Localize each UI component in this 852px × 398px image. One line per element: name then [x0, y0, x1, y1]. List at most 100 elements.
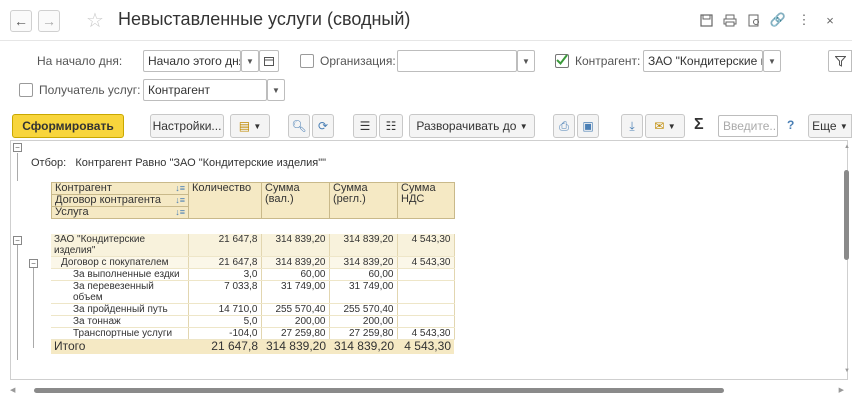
header-vat: Сумма НДС — [397, 182, 455, 219]
send-email-button[interactable]: ✉ ▼ — [645, 114, 685, 138]
collapse-filter-icon[interactable]: − — [13, 143, 22, 152]
envelope-icon: ✉ — [654, 119, 665, 133]
sum-field[interactable]: Введите... — [718, 115, 778, 137]
save-icon[interactable] — [698, 12, 714, 28]
back-button[interactable]: ← — [10, 10, 32, 32]
row-reg: 314 839,20 — [329, 256, 398, 269]
row-qty: 3,0 — [188, 268, 262, 281]
title-separator — [0, 40, 852, 41]
start-day-field[interactable]: Начало этого дня — [143, 50, 241, 72]
collapse-groups-button[interactable]: ☰ — [353, 114, 377, 138]
more-label: Еще — [812, 119, 837, 133]
print-icon[interactable] — [722, 12, 738, 28]
row-val: 255 570,40 — [261, 303, 330, 316]
help-link[interactable]: ? — [787, 118, 794, 132]
table-row[interactable]: За перевезенный объем 7 033,8 31 749,00 3… — [51, 280, 455, 304]
preview-icon[interactable] — [746, 12, 762, 28]
link-icon[interactable]: 🔗 — [770, 12, 786, 28]
scroll-up-icon[interactable]: ▲ — [844, 144, 850, 150]
counterparty-dropdown[interactable]: ▼ — [763, 50, 781, 72]
vertical-scrollbar[interactable]: ▲ ▼ — [843, 144, 850, 374]
header-sum-val: Сумма (вал.) — [261, 182, 330, 219]
chevron-down-icon: ▼ — [246, 56, 254, 66]
print-icon: ⎙ — [559, 118, 569, 133]
search-next-icon: ⟳ — [317, 119, 329, 133]
horizontal-scrollbar[interactable]: ◀ ▶ — [10, 386, 848, 396]
row-reg: 27 259,80 — [329, 327, 398, 340]
scroll-right-icon[interactable]: ▶ — [839, 386, 844, 394]
horizontal-scroll-thumb[interactable] — [34, 388, 724, 393]
preview-button[interactable]: ▣ — [577, 114, 599, 138]
collapse-subgroup-icon[interactable]: − — [29, 259, 38, 268]
download-icon: ⤓ — [629, 118, 635, 133]
row-name: За пройденный путь — [51, 303, 189, 316]
row-val: 27 259,80 — [261, 327, 330, 340]
favorite-star-icon[interactable]: ☆ — [86, 8, 104, 33]
filter-button[interactable] — [828, 50, 852, 72]
vertical-scroll-thumb[interactable] — [844, 170, 849, 260]
start-day-dropdown[interactable]: ▼ — [241, 50, 259, 72]
settings-button[interactable]: Настройки... — [150, 114, 224, 138]
row-reg: 60,00 — [329, 268, 398, 281]
variants-button[interactable]: ▤ ▼ — [230, 114, 270, 138]
expand-to-label: Разворачивать до — [416, 119, 517, 133]
filter-line: Отбор: Контрагент Равно "ЗАО "Кондитерск… — [31, 157, 326, 169]
forward-button[interactable]: → — [38, 10, 60, 32]
row-val: 314 839,20 — [261, 234, 330, 257]
start-day-label: На начало дня: — [37, 54, 123, 68]
recipient-dropdown[interactable]: ▼ — [267, 79, 285, 101]
organization-checkbox[interactable] — [300, 54, 314, 68]
close-icon[interactable]: × — [822, 12, 838, 28]
expand-groups-button[interactable]: ☷ — [379, 114, 403, 138]
scroll-left-icon[interactable]: ◀ — [10, 386, 15, 394]
collapse-group-icon[interactable]: − — [13, 236, 22, 245]
table-row[interactable]: За выполненные ездки 3,0 60,00 60,00 — [51, 268, 455, 281]
chevron-down-icon: ▼ — [253, 121, 262, 131]
row-vat: 4 543,30 — [397, 327, 455, 340]
search-next-button[interactable]: ⟳ — [312, 114, 334, 138]
recipient-field[interactable]: Контрагент — [143, 79, 267, 101]
counterparty-checkbox[interactable] — [555, 54, 569, 68]
generate-button[interactable]: Сформировать — [12, 114, 124, 138]
scroll-down-icon[interactable]: ▼ — [844, 368, 850, 374]
tree-line — [17, 245, 18, 360]
total-row[interactable]: Итого 21 647,8 314 839,20 314 839,20 4 5… — [51, 339, 454, 354]
table-row[interactable]: За пройденный путь 14 710,0 255 570,40 2… — [51, 303, 455, 316]
chevron-down-icon: ▼ — [667, 121, 676, 131]
expand-to-button[interactable]: Разворачивать до ▼ — [409, 114, 535, 138]
row-vat: 4 543,30 — [397, 256, 455, 269]
total-vat: 4 543,30 — [397, 339, 454, 354]
row-vat — [397, 280, 455, 304]
search-button[interactable]: 🔍︎ — [288, 114, 310, 138]
counterparty-field[interactable]: ЗАО "Кондитерские и — [643, 50, 763, 72]
table-row[interactable]: ЗАО "Кондитерские изделия" 21 647,8 314 8… — [51, 234, 455, 257]
calendar-button[interactable] — [259, 50, 279, 72]
page-title: Невыставленные услуги (сводный) — [118, 9, 411, 29]
more-button[interactable]: Еще ▼ — [808, 114, 852, 138]
save-report-button[interactable]: ⤓ — [621, 114, 643, 138]
row-val: 31 749,00 — [261, 280, 330, 304]
expand-list-icon: ☷ — [385, 119, 397, 133]
print-button[interactable]: ⎙ — [553, 114, 575, 138]
total-label: Итого — [51, 339, 188, 354]
header-qty: Количество — [188, 182, 262, 219]
row-vat: 4 543,30 — [397, 234, 455, 257]
row-name: За тоннаж — [51, 315, 189, 328]
sum-icon[interactable]: Σ — [694, 116, 704, 134]
recipient-label: Получатель услуг: — [39, 83, 141, 97]
header-sum-reg: Сумма (регл.) — [329, 182, 398, 219]
organization-field[interactable] — [397, 50, 517, 72]
report-sheet[interactable]: − Отбор: Контрагент Равно "ЗАО "Кондитер… — [10, 140, 848, 380]
row-name: ЗАО "Кондитерские изделия" — [51, 234, 189, 257]
header-service: Услуга ↓≡ — [51, 206, 189, 219]
table-row[interactable]: Транспортные услуги -104,0 27 259,80 27 … — [51, 327, 455, 340]
row-name: Договор с покупателем — [51, 256, 189, 269]
filter-label: Отбор: — [31, 157, 67, 169]
header-contract: Договор контрагента ↓≡ — [51, 194, 189, 207]
more-vertical-icon[interactable]: ⋮ — [796, 12, 812, 28]
row-qty: 21 647,8 — [188, 234, 262, 257]
recipient-checkbox[interactable] — [19, 83, 33, 97]
organization-dropdown[interactable]: ▼ — [517, 50, 535, 72]
table-row[interactable]: За тоннаж 5,0 200,00 200,00 — [51, 315, 455, 328]
table-row[interactable]: Договор с покупателем 21 647,8 314 839,2… — [51, 256, 455, 269]
